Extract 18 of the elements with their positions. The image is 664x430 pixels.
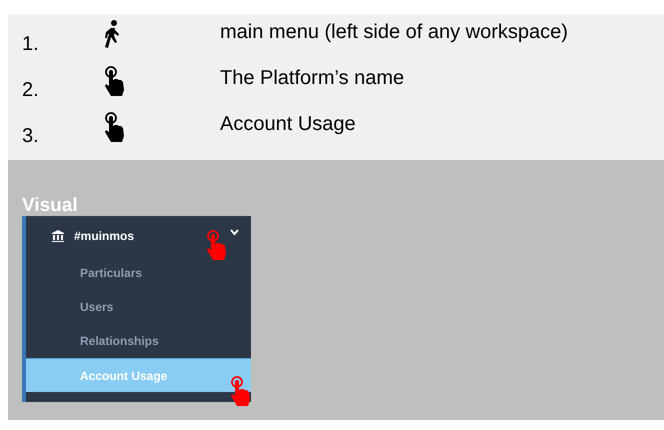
menu-item[interactable]: Users: [26, 290, 251, 324]
menu-title[interactable]: #muinmos: [74, 227, 134, 245]
step-number: 2.: [21, 78, 40, 103]
pointing-hand-icon: [104, 66, 126, 98]
step-number: 1.: [21, 32, 40, 57]
chevron-icon[interactable]: [230, 228, 239, 236]
step-number: 3.: [21, 124, 40, 149]
step-text: The Platform’s name: [220, 66, 404, 91]
walking-person-icon: [104, 20, 120, 50]
step-text: Account Usage: [220, 112, 356, 137]
pointing-hand-icon: [230, 376, 252, 408]
step-text: main menu (left side of any workspace): [220, 20, 568, 45]
menu-item[interactable]: Relationships: [26, 324, 251, 358]
section-heading: Visual: [22, 196, 79, 215]
pointing-hand-icon: [104, 112, 126, 144]
bank-icon: [52, 230, 64, 242]
menu-item[interactable]: Particulars: [26, 256, 251, 290]
pointing-hand-icon: [206, 230, 228, 262]
